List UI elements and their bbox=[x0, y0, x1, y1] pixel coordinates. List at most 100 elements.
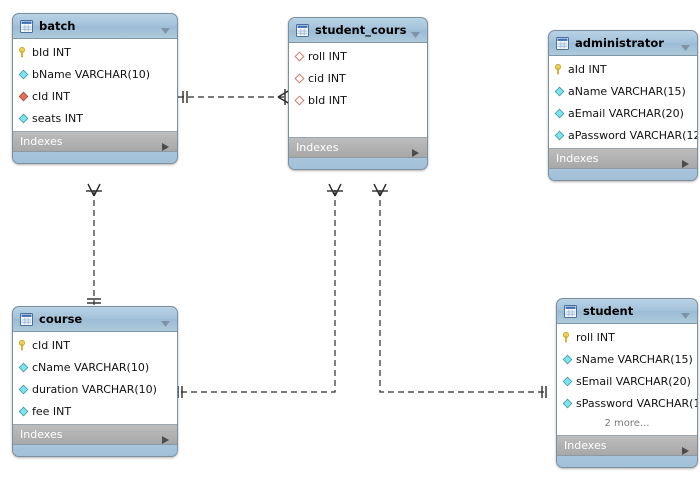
primary-key-icon bbox=[554, 63, 565, 75]
table-column-row[interactable]: cId INT bbox=[13, 85, 177, 107]
table-footer bbox=[13, 152, 177, 163]
table-column-row[interactable]: aName VARCHAR(15) bbox=[549, 80, 697, 102]
table-column-row[interactable]: aEmail VARCHAR(20) bbox=[549, 102, 697, 124]
table-title: course bbox=[39, 312, 83, 326]
table-column-label: cName VARCHAR(10) bbox=[32, 360, 150, 374]
table-card-student[interactable]: student roll INT sName VARCHAR(15) sEmai… bbox=[556, 298, 698, 468]
indexes-label: Indexes bbox=[564, 439, 607, 452]
table-column-row[interactable]: roll INT bbox=[557, 326, 697, 348]
relationship-student_course-course bbox=[176, 183, 343, 398]
table-column-row[interactable]: aPassword VARCHAR(12) bbox=[549, 124, 697, 146]
chevron-right-icon[interactable] bbox=[160, 137, 170, 151]
table-column-row[interactable]: cName VARCHAR(10) bbox=[13, 356, 177, 378]
table-column-row[interactable]: aId INT bbox=[549, 58, 697, 80]
table-card-course[interactable]: course cId INT cName VARCHAR(10) duratio… bbox=[12, 306, 178, 457]
chevron-down-icon[interactable] bbox=[160, 314, 171, 327]
table-column-row[interactable]: duration VARCHAR(10) bbox=[13, 378, 177, 400]
column-icon bbox=[562, 354, 573, 365]
table-card-administrator[interactable]: administrator aId INT aName VARCHAR(15) bbox=[548, 30, 698, 181]
column-icon bbox=[554, 86, 565, 97]
indexes-label: Indexes bbox=[556, 152, 599, 165]
table-column-row[interactable]: sEmail VARCHAR(20) bbox=[557, 370, 697, 392]
table-columns-student_course: roll INT cid INT bId INT bbox=[289, 43, 427, 138]
column-icon bbox=[18, 113, 29, 124]
chevron-down-icon[interactable] bbox=[680, 306, 691, 319]
table-icon bbox=[296, 23, 309, 37]
table-footer bbox=[289, 158, 427, 169]
table-title: batch bbox=[39, 19, 76, 33]
chevron-down-icon[interactable] bbox=[680, 38, 691, 51]
table-icon bbox=[20, 19, 33, 33]
table-icon bbox=[556, 36, 569, 50]
table-column-row[interactable]: sPassword VARCHAR(12) bbox=[557, 392, 697, 414]
table-indexes-bar[interactable]: Indexes bbox=[13, 132, 177, 152]
table-column-row[interactable]: fee INT bbox=[13, 400, 177, 422]
table-column-label: bId INT bbox=[32, 45, 71, 59]
chevron-right-icon[interactable] bbox=[680, 441, 690, 455]
table-footer bbox=[557, 456, 697, 467]
table-column-label: cid INT bbox=[308, 71, 346, 85]
relationship-student_course-student bbox=[372, 183, 547, 398]
table-column-label: bName VARCHAR(10) bbox=[32, 67, 151, 81]
table-column-row[interactable]: cid INT bbox=[289, 67, 427, 89]
table-column-label: cId INT bbox=[32, 338, 70, 352]
table-column-label: bId INT bbox=[308, 93, 347, 107]
table-column-label: aPassword VARCHAR(12) bbox=[568, 128, 698, 142]
column-icon bbox=[18, 69, 29, 80]
chevron-down-icon[interactable] bbox=[410, 25, 421, 38]
primary-key-icon bbox=[18, 339, 29, 351]
column-icon bbox=[18, 362, 29, 373]
table-columns-batch: bId INT bName VARCHAR(10) cId INT seats … bbox=[13, 39, 177, 132]
indexes-label: Indexes bbox=[296, 141, 339, 154]
table-column-label: roll INT bbox=[576, 330, 615, 344]
table-column-label: fee INT bbox=[32, 404, 72, 418]
foreign-key-icon bbox=[294, 50, 305, 62]
table-footer bbox=[13, 445, 177, 456]
er-diagram-canvas: batch bId INT bName VARCHAR(10) cId INT … bbox=[0, 0, 700, 500]
table-header-student[interactable]: student bbox=[557, 299, 697, 324]
indexes-label: Indexes bbox=[20, 135, 63, 148]
column-icon bbox=[562, 398, 573, 409]
column-icon bbox=[554, 108, 565, 119]
table-header-administrator[interactable]: administrator bbox=[549, 31, 697, 56]
table-column-label: aId INT bbox=[568, 62, 607, 76]
chevron-right-icon[interactable] bbox=[160, 430, 170, 444]
table-footer bbox=[549, 169, 697, 180]
table-title: student bbox=[583, 304, 634, 318]
table-columns-student: roll INT sName VARCHAR(15) sEmail VARCHA… bbox=[557, 324, 697, 436]
table-column-row[interactable]: seats INT bbox=[13, 107, 177, 129]
table-column-row[interactable]: roll INT bbox=[289, 45, 427, 67]
table-indexes-bar[interactable]: Indexes bbox=[289, 138, 427, 158]
foreign-key-icon bbox=[294, 72, 305, 84]
column-icon bbox=[18, 384, 29, 395]
indexes-label: Indexes bbox=[20, 428, 63, 441]
primary-key-icon bbox=[562, 331, 573, 343]
table-header-student_course[interactable]: student_course bbox=[289, 18, 427, 43]
table-column-label: roll INT bbox=[308, 49, 347, 63]
table-columns-course: cId INT cName VARCHAR(10) duration VARCH… bbox=[13, 332, 177, 425]
column-icon bbox=[18, 406, 29, 417]
chevron-right-icon[interactable] bbox=[680, 154, 690, 168]
table-header-batch[interactable]: batch bbox=[13, 14, 177, 39]
table-column-label: sEmail VARCHAR(20) bbox=[576, 374, 691, 388]
table-column-row[interactable]: bId INT bbox=[13, 41, 177, 63]
table-columns-administrator: aId INT aName VARCHAR(15) aEmail VARCHAR… bbox=[549, 56, 697, 149]
table-card-student_course[interactable]: student_course roll INT cid INT bId INT … bbox=[288, 17, 428, 170]
table-column-row[interactable]: bName VARCHAR(10) bbox=[13, 63, 177, 85]
table-column-label: duration VARCHAR(10) bbox=[32, 382, 157, 396]
table-header-course[interactable]: course bbox=[13, 307, 177, 332]
table-column-row[interactable]: sName VARCHAR(15) bbox=[557, 348, 697, 370]
table-column-row[interactable]: bId INT bbox=[289, 89, 427, 111]
chevron-down-icon[interactable] bbox=[160, 21, 171, 34]
table-title: administrator bbox=[575, 36, 664, 50]
more-columns-label[interactable]: 2 more... bbox=[557, 414, 697, 433]
table-column-label: seats INT bbox=[32, 111, 83, 125]
table-indexes-bar[interactable]: Indexes bbox=[549, 149, 697, 169]
table-column-row[interactable]: cId INT bbox=[13, 334, 177, 356]
table-icon bbox=[20, 312, 33, 326]
chevron-right-icon[interactable] bbox=[410, 143, 420, 157]
table-indexes-bar[interactable]: Indexes bbox=[557, 436, 697, 456]
table-card-batch[interactable]: batch bId INT bName VARCHAR(10) cId INT … bbox=[12, 13, 178, 164]
table-indexes-bar[interactable]: Indexes bbox=[13, 425, 177, 445]
foreign-key-icon bbox=[18, 91, 29, 102]
